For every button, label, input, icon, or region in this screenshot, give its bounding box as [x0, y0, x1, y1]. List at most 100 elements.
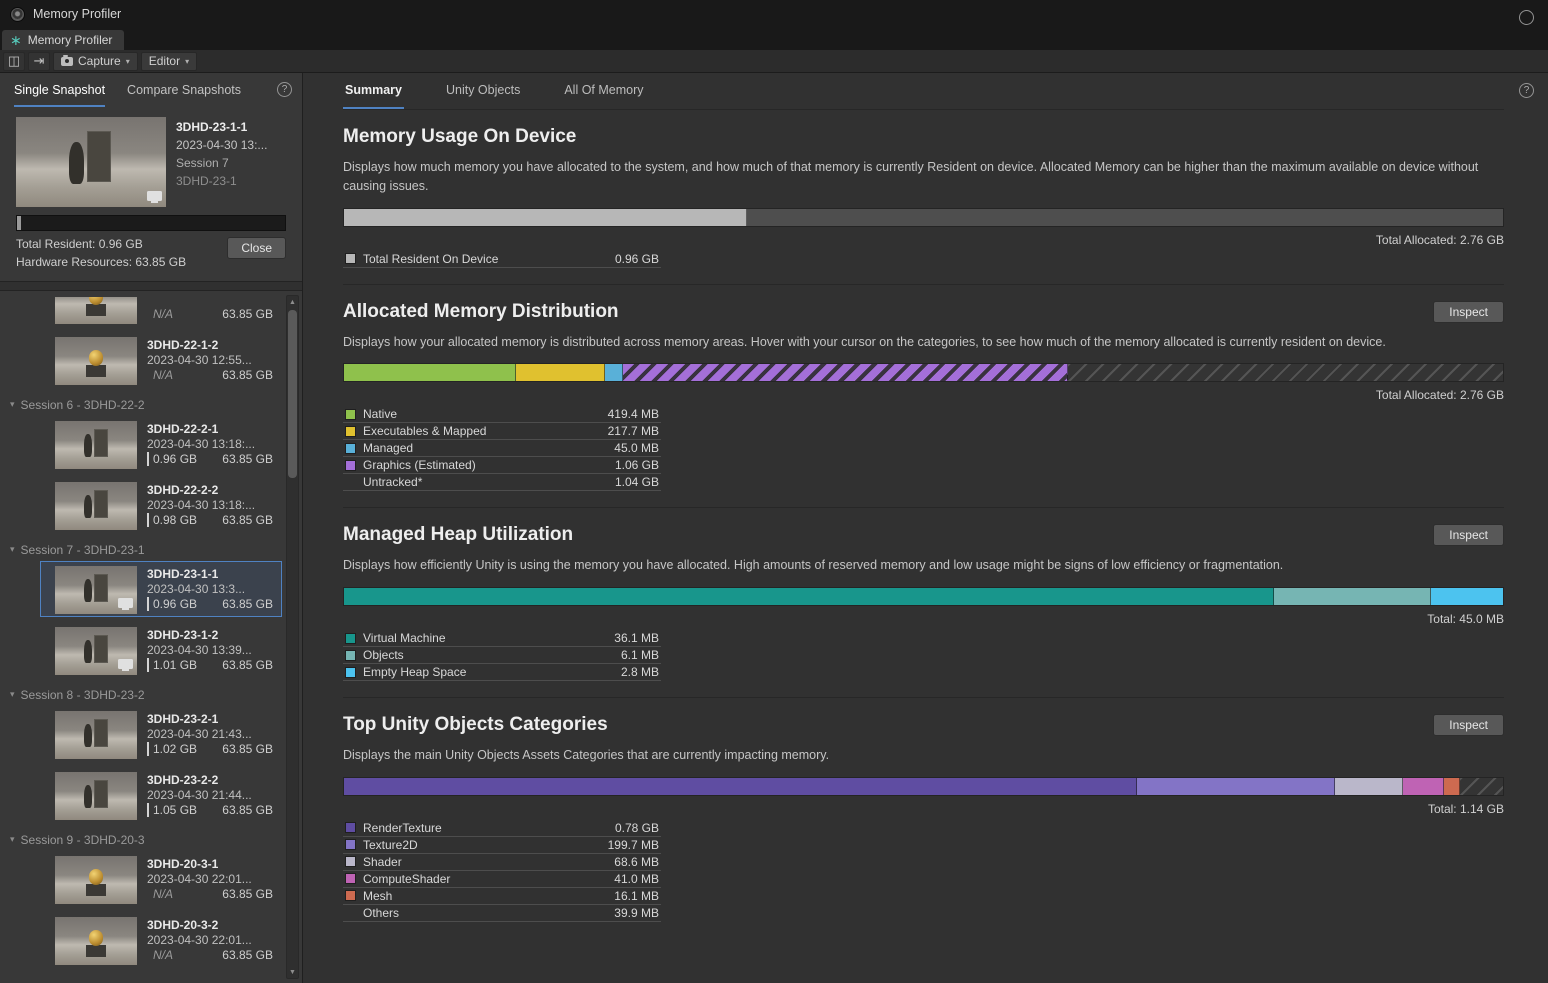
snapshot-item[interactable]: 3DHD-22-2-22023-04-30 13:18:...0.98 GB63… [40, 477, 282, 533]
legend-swatch [345, 633, 356, 644]
close-button[interactable]: Close [227, 237, 286, 259]
snapshot-item[interactable]: 3DHD-23-2-12023-04-30 21:43...1.02 GB63.… [40, 706, 282, 762]
snapshot-date: 2023-04-30 22:01... [147, 872, 273, 886]
legend-label: Untracked* [363, 475, 422, 489]
snapshot-item[interactable]: 3DHD-20-3-12023-04-30 22:01...N/A63.85 G… [40, 851, 282, 907]
snapshot-thumbnail-large [16, 117, 166, 207]
snapshot-values: 0.96 GB63.85 GB [147, 597, 273, 611]
sidebar-tab-compare-snapshots[interactable]: Compare Snapshots [127, 73, 241, 107]
session-label: Session 6 - 3DHD-22-2 [21, 398, 145, 412]
snapshot-thumbnail [55, 337, 137, 385]
memory-profiler-tab[interactable]: ∗ Memory Profiler [2, 30, 124, 50]
sidebar-tab-bar: Single Snapshot Compare Snapshots ? [0, 73, 302, 107]
scroll-thumb[interactable] [288, 310, 297, 478]
inspect-button[interactable]: Inspect [1433, 524, 1504, 546]
bar-segment [623, 364, 1068, 381]
tab-all-of-memory[interactable]: All Of Memory [562, 73, 645, 109]
legend-value: 1.04 GB [615, 475, 659, 489]
app-tab-label: Memory Profiler [28, 33, 113, 47]
section-memory-usage-on-device: Memory Usage On DeviceDisplays how much … [343, 109, 1504, 284]
selected-snapshot-summary: 3DHD-23-1-1 2023-04-30 13:... Session 7 … [16, 117, 286, 207]
scroll-down-arrow[interactable]: ▼ [287, 966, 298, 978]
resident-value: N/A [147, 307, 173, 321]
snapshot-name: 3DHD-22-2-2 [147, 483, 273, 497]
sidebar-tab-single-snapshot[interactable]: Single Snapshot [14, 73, 105, 107]
resident-value: 1.05 GB [147, 803, 197, 817]
resident-value: 0.98 GB [147, 513, 197, 527]
memory-bar [343, 208, 1504, 227]
legend-row: Objects6.1 MB [343, 647, 661, 664]
legend-row: Executables & Mapped 217.7 MB [343, 423, 661, 440]
snapshot-date: 2023-04-30 21:44... [147, 788, 273, 802]
inspect-button[interactable]: Inspect [1433, 714, 1504, 736]
window-titlebar: Memory Profiler [0, 0, 1548, 28]
total-label: Total Allocated: 2.76 GB [343, 388, 1504, 402]
resident-value: 0.96 GB [147, 597, 197, 611]
tab-unity-objects[interactable]: Unity Objects [444, 73, 522, 109]
tab-strip: ∗ Memory Profiler [0, 28, 1548, 50]
capture-button[interactable]: Capture ▾ [53, 52, 138, 71]
legend-swatch [345, 253, 356, 264]
bar-segment [344, 209, 747, 226]
bar-segment [1431, 588, 1503, 605]
tab-summary[interactable]: Summary [343, 73, 404, 109]
screen-icon [118, 659, 133, 669]
list-scrollbar[interactable]: ▲ ▼ [286, 295, 299, 979]
legend: RenderTexture0.78 GBTexture2D199.7 MBSha… [343, 820, 661, 922]
snapshot-info: 3DHD-23-2-22023-04-30 21:44...1.05 GB63.… [147, 772, 275, 818]
import-snapshot-icon[interactable]: ⇥ [28, 52, 50, 71]
legend-row: ComputeShader 41.0 MB [343, 871, 661, 888]
snapshot-item[interactable]: 3DHD-20-3-22023-04-30 22:01...N/A63.85 G… [40, 912, 282, 968]
snapshot-item[interactable]: 3DHD-22-2-12023-04-30 13:18:...0.96 GB63… [40, 416, 282, 472]
legend-row: Texture2D199.7 MB [343, 837, 661, 854]
sidebar-help-icon[interactable]: ? [277, 82, 292, 97]
capture-label: Capture [78, 54, 121, 68]
snapshot-name: 3DHD-23-2-1 [147, 712, 273, 726]
legend-swatch [345, 873, 356, 884]
profiler-window-icon [10, 7, 25, 22]
legend-label: ComputeShader [363, 872, 450, 886]
legend-swatch [345, 650, 356, 661]
snapshot-item[interactable]: 3DHD-23-1-12023-04-30 13:3...0.96 GB63.8… [40, 561, 282, 617]
legend: Virtual Machine36.1 MBObjects6.1 MBEmpty… [343, 630, 661, 681]
legend-label: Executables & Mapped [363, 424, 486, 438]
snapshot-info: 3DHD-22-2-12023-04-30 13:18:...0.96 GB63… [147, 421, 275, 467]
editor-dropdown[interactable]: Editor ▾ [141, 52, 197, 71]
snapshot-date: 2023-04-30 13:... [176, 138, 267, 152]
workspace: Single Snapshot Compare Snapshots ? 3DHD-… [0, 73, 1548, 983]
snapshot-info: 3DHD-20-3-12023-04-30 22:01...N/A63.85 G… [147, 856, 275, 902]
section-title: Top Unity Objects Categories [343, 714, 1504, 736]
toolbar: ◫ ⇥ Capture ▾ Editor ▾ [0, 50, 1548, 73]
editor-label: Editor [149, 54, 180, 68]
snapshot-item[interactable]: 3DHD-22-1-22023-04-30 12:55...N/A63.85 G… [40, 332, 282, 388]
legend-value: 39.9 MB [614, 906, 659, 920]
total-resident-label: Total Resident: 0.96 GB [16, 237, 186, 251]
legend-value: 217.7 MB [608, 424, 659, 438]
collapse-arrow-icon: ▾ [10, 834, 15, 845]
snapshot-item[interactable]: 3DHD-23-1-22023-04-30 13:39...1.01 GB63.… [40, 622, 282, 678]
snapshot-values: N/A63.85 GB [147, 368, 273, 382]
capture-dropdown-caret[interactable]: ▾ [126, 57, 130, 66]
main-help-icon[interactable]: ? [1519, 83, 1534, 98]
snapshot-name: 3DHD-23-1-2 [147, 628, 273, 642]
inspect-button[interactable]: Inspect [1433, 301, 1504, 323]
screen-icon [118, 598, 133, 608]
snapshot-thumbnail [55, 566, 137, 614]
session-header[interactable]: ▾Session 7 - 3DHD-23-1 [0, 538, 282, 561]
legend-value: 41.0 MB [614, 872, 659, 886]
snapshot-item[interactable]: 2023-04-30 12:54...N/A63.85 GB [40, 297, 282, 327]
snapshot-info: 3DHD-23-2-12023-04-30 21:43...1.02 GB63.… [147, 711, 275, 757]
panel-toggle-icon[interactable]: ◫ [3, 52, 25, 71]
session-header[interactable]: ▾Session 6 - 3DHD-22-2 [0, 393, 282, 416]
scroll-up-arrow[interactable]: ▲ [287, 296, 298, 308]
hardware-resources-label: Hardware Resources: 63.85 GB [16, 255, 186, 269]
snapshot-item[interactable]: 3DHD-23-2-22023-04-30 21:44...1.05 GB63.… [40, 767, 282, 823]
session-label: Session 8 - 3DHD-23-2 [21, 688, 145, 702]
collapse-arrow-icon: ▾ [10, 544, 15, 555]
resident-memory-bar-fill [17, 216, 21, 230]
session-header[interactable]: ▾Session 8 - 3DHD-23-2 [0, 683, 282, 706]
section-title: Managed Heap Utilization [343, 524, 1504, 546]
snapshot-info: 3DHD-23-1-12023-04-30 13:3...0.96 GB63.8… [147, 566, 275, 612]
section-top-unity-objects-categories: Top Unity Objects CategoriesInspectDispl… [343, 697, 1504, 938]
session-header[interactable]: ▾Session 9 - 3DHD-20-3 [0, 828, 282, 851]
